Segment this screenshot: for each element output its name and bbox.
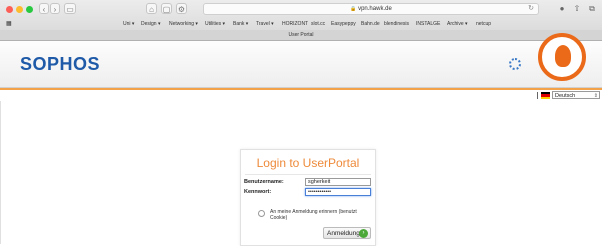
bookmark-uni[interactable]: Uni ▾ [123, 18, 134, 30]
bookmark-netcup[interactable]: netcup [476, 18, 491, 30]
bookmark-bahn[interactable]: Bahn.de [361, 18, 380, 30]
bookmark-design[interactable]: Design ▾ [141, 18, 160, 30]
bookmark-slot[interactable]: slot.cc [311, 18, 325, 30]
portal-header: SOPHOS [0, 33, 602, 88]
go-arrow-icon: › [359, 229, 368, 238]
bookmark-archive[interactable]: Archive ▾ [447, 18, 468, 30]
bookmark-easypeppy[interactable]: Easypeppy [331, 18, 356, 30]
username-label: Benutzername: [244, 179, 284, 185]
bookmark-blendinesis[interactable]: blendinesis [384, 18, 409, 30]
remember-checkbox[interactable] [258, 210, 265, 217]
bookmarks-bar: ▦ Uni ▾ Design ▾ Networking ▾ Utilities … [0, 18, 602, 30]
bookmark-travel[interactable]: Travel ▾ [256, 18, 274, 30]
page-content: SOPHOS Deutsch ⇕ Login to UserPortal Ben… [0, 33, 602, 246]
bookmark-networking[interactable]: Networking ▾ [169, 18, 198, 30]
sophos-logo: SOPHOS [20, 54, 101, 74]
minimize-window-button[interactable] [16, 6, 23, 13]
language-select[interactable]: Deutsch ⇕ [552, 91, 600, 99]
loading-spinner-icon [509, 58, 521, 70]
login-title: Login to UserPortal [256, 156, 360, 170]
url-bar[interactable]: 🔒 vpn.hawk.de ↻ [203, 3, 539, 15]
browser-chrome: ‹ › ▭ ⌂ ▢ ⚙ 🔒 vpn.hawk.de ↻ ● ⇧ ⧉ ▦ Uni … [0, 0, 602, 31]
language-bar: Deutsch ⇕ [0, 90, 602, 101]
sophos-emblem-icon [538, 33, 586, 81]
close-window-button[interactable] [6, 6, 13, 13]
home-icon[interactable]: ⌂ [146, 3, 157, 14]
username-input[interactable]: sgherkeit [305, 178, 371, 186]
login-button-label: Anmeldung [327, 230, 360, 237]
login-panel: Login to UserPortal Benutzername: sgherk… [240, 149, 376, 246]
tab-bar: User Portal [0, 30, 602, 41]
lock-icon: 🔒 [350, 6, 357, 12]
login-button[interactable]: Anmeldung › [323, 227, 371, 239]
url-text: vpn.hawk.de [358, 6, 392, 12]
grid-icon[interactable]: ▦ [6, 18, 12, 30]
tab-user-portal[interactable]: User Portal [0, 30, 602, 40]
language-separator [537, 92, 538, 99]
reload-icon[interactable]: ↻ [528, 4, 534, 14]
back-icon[interactable]: ‹ [39, 3, 49, 14]
bookmark-bank[interactable]: Bank ▾ [233, 18, 248, 30]
bookmark-instalge[interactable]: INSTALGE [416, 18, 440, 30]
title-divider [245, 174, 371, 175]
settings-icon[interactable]: ⚙ [176, 3, 187, 14]
forward-icon[interactable]: › [50, 3, 60, 14]
password-label: Kennwort: [244, 189, 272, 195]
tabs-overview-icon[interactable]: ⧉ [586, 3, 598, 15]
sidebar-icon[interactable]: ▭ [64, 3, 76, 14]
maximize-window-button[interactable] [26, 6, 33, 13]
password-input[interactable]: •••••••••••• [305, 188, 371, 196]
reader-icon[interactable]: ▢ [161, 3, 172, 14]
language-select-value: Deutsch [555, 93, 576, 99]
extension-icon[interactable]: ● [556, 3, 568, 15]
remember-label: An meine Anmeldung erinnern (benutzt Coo… [270, 209, 357, 221]
bookmark-utilities[interactable]: Utilities ▾ [205, 18, 225, 30]
bookmark-horizont[interactable]: HORIZONT [282, 18, 308, 30]
select-arrows-icon: ⇕ [593, 93, 598, 99]
german-flag-icon [541, 92, 550, 99]
page-left-border [0, 101, 1, 244]
share-icon[interactable]: ⇧ [571, 3, 583, 15]
